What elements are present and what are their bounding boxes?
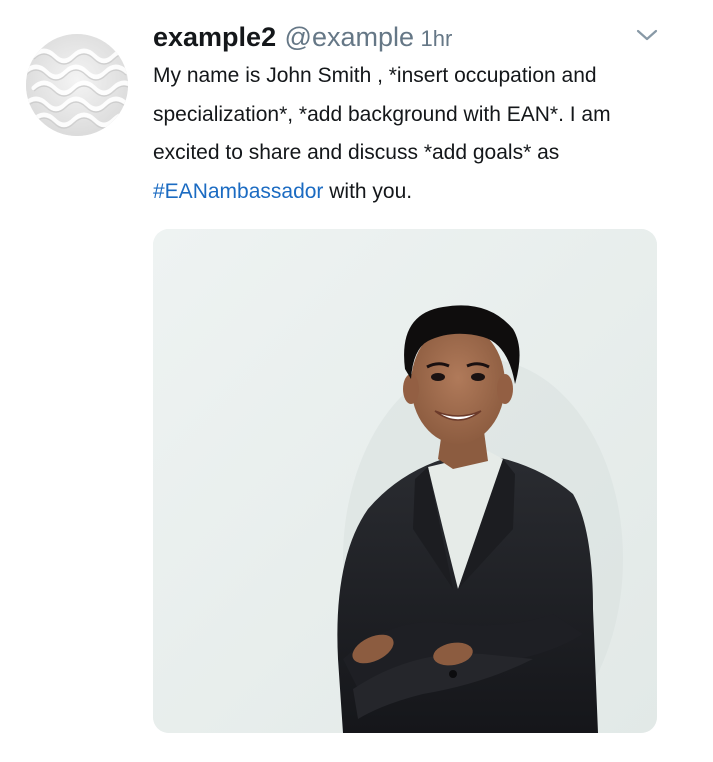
chevron-down-icon xyxy=(636,29,658,41)
tweet-text-tail: with you. xyxy=(323,179,413,203)
photo xyxy=(153,229,657,733)
hashtag-link[interactable]: #EANambassador xyxy=(153,180,323,203)
tweet: example2 @example 1hr My name is John Sm… xyxy=(0,0,713,762)
timestamp[interactable]: 1hr xyxy=(420,26,452,51)
user-handle[interactable]: @example xyxy=(285,22,414,52)
tweet-media-photo[interactable] xyxy=(153,229,657,733)
tweet-header: example2 @example 1hr xyxy=(153,20,452,54)
tweet-menu-button[interactable] xyxy=(634,26,660,44)
avatar-icon xyxy=(26,34,128,136)
avatar[interactable] xyxy=(26,34,128,136)
display-name[interactable]: example2 xyxy=(153,22,276,52)
tweet-text: My name is John Smith , *insert occupati… xyxy=(153,57,653,211)
tweet-text-body: My name is John Smith , *insert occupati… xyxy=(153,64,611,164)
